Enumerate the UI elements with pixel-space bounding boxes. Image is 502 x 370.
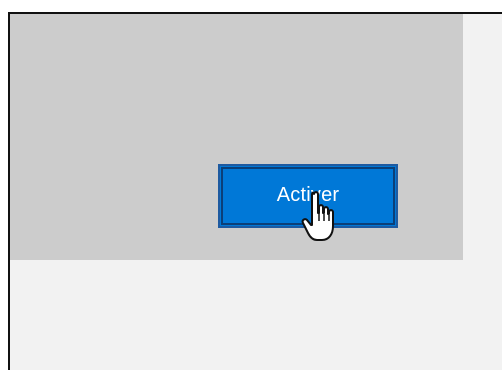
activation-panel: Activer (10, 14, 463, 260)
activate-button-label: Activer (276, 183, 340, 206)
settings-window: Activer (8, 12, 502, 370)
activate-button[interactable]: Activer (218, 164, 398, 228)
screen: Activer (0, 0, 502, 370)
